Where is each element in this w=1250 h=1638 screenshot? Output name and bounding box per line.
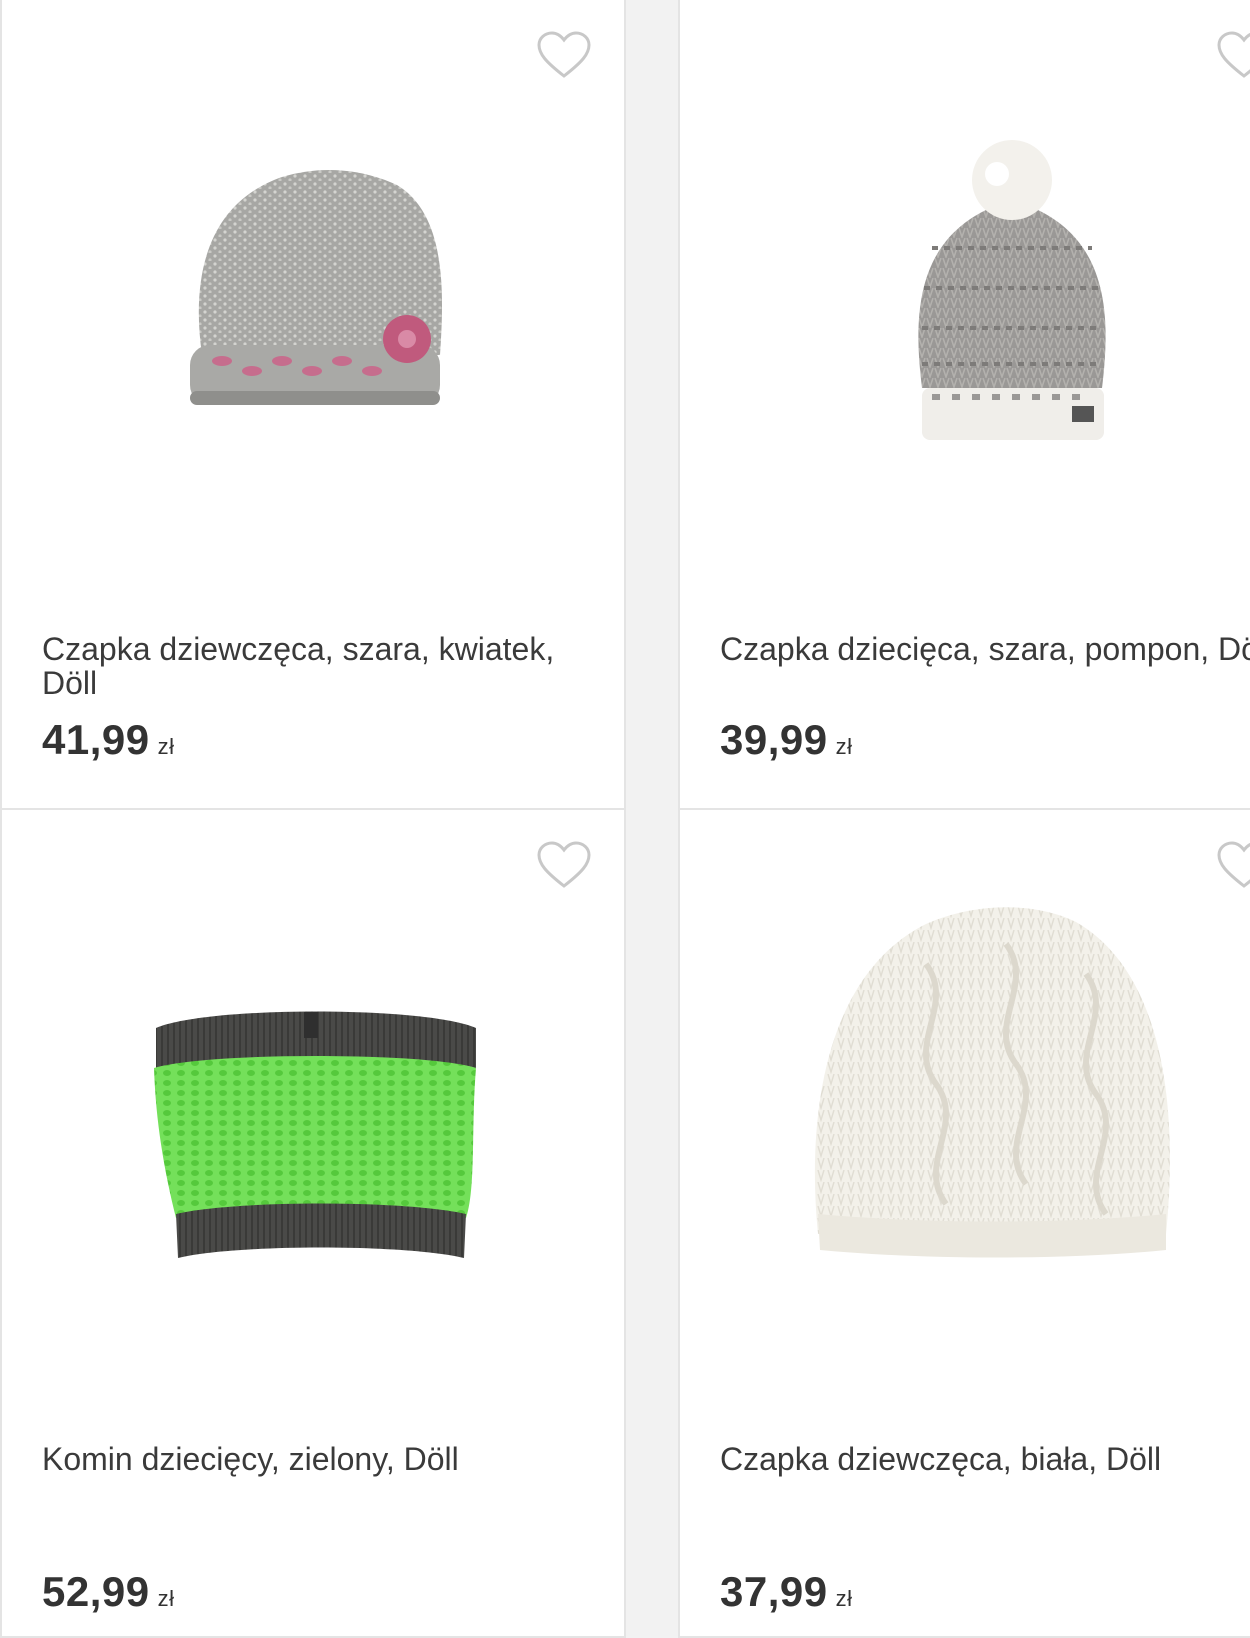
product-card[interactable]: Czapka dziewczęca, szara, kwiatek, Döll … [0,0,626,810]
product-image[interactable] [182,165,462,425]
product-card[interactable]: Komin dziecięcy, zielony, Döll 52,99 zł [0,808,626,1638]
product-price: 37,99 zł [720,1568,853,1615]
product-image[interactable] [146,988,486,1278]
product-title[interactable]: Czapka dziewczęca, biała, Döll [720,1442,1250,1476]
product-title[interactable]: Komin dziecięcy, zielony, Döll [42,1442,602,1476]
product-title[interactable]: Czapka dziecięca, szara, pompon, Döll [720,632,1250,666]
product-image[interactable] [806,894,1186,1284]
product-card[interactable]: Czapka dziewczęca, biała, Döll 37,99 zł [678,808,1250,1638]
product-price: 39,99 zł [720,716,853,763]
heart-icon[interactable] [536,30,592,80]
product-price: 52,99 zł [42,1568,175,1615]
heart-icon[interactable] [536,840,592,890]
heart-icon[interactable] [1216,840,1250,890]
product-card[interactable]: Czapka dziecięca, szara, pompon, Döll 39… [678,0,1250,810]
heart-icon[interactable] [1216,30,1250,80]
product-price: 41,99 zł [42,716,175,763]
product-title[interactable]: Czapka dziewczęca, szara, kwiatek, Döll [42,632,602,700]
product-image[interactable] [902,138,1122,458]
